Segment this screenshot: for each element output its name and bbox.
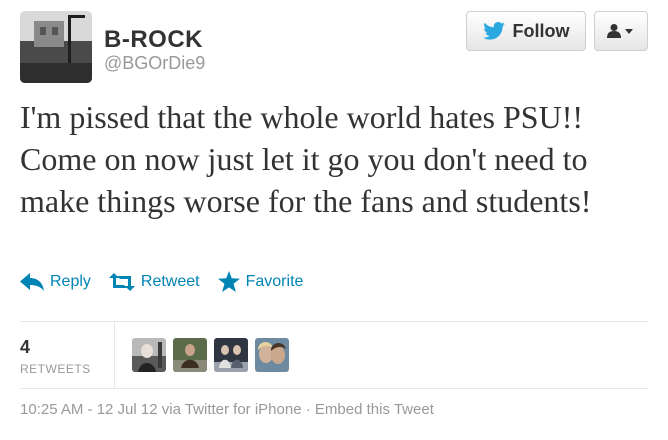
reply-button[interactable]: Reply — [20, 272, 91, 291]
favorite-label: Favorite — [245, 272, 304, 290]
follow-label: Follow — [512, 20, 570, 41]
favorite-button[interactable]: Favorite — [217, 271, 304, 292]
tweet-timestamp[interactable]: 10:25 AM - 12 Jul 12 — [20, 401, 158, 418]
user-display-name[interactable]: B-ROCK — [104, 26, 203, 54]
retweeter-avatar[interactable] — [132, 338, 166, 372]
retweeter-avatar[interactable] — [173, 338, 207, 372]
tweet-stats: 4 RETWEETS — [20, 322, 648, 388]
tweet-actions: Reply Retweet Favorite — [20, 271, 321, 292]
user-handle[interactable]: @BGOrDie9 — [104, 53, 205, 74]
user-avatar[interactable] — [20, 11, 92, 83]
star-icon — [217, 271, 240, 292]
retweet-count[interactable]: 4 — [20, 337, 30, 358]
tweet-text: I'm pissed that the whole world hates PS… — [20, 99, 592, 219]
user-dropdown-icon — [607, 24, 633, 38]
embed-tweet-link[interactable]: Embed this Tweet — [315, 401, 434, 418]
retweeter-avatar[interactable] — [255, 338, 289, 372]
retweeter-avatar[interactable] — [214, 338, 248, 372]
follow-button[interactable]: Follow — [466, 11, 586, 51]
retweet-icon — [108, 272, 135, 291]
bird-icon — [482, 22, 505, 40]
retweet-label: Retweet — [140, 272, 200, 290]
tweet-source: via Twitter for iPhone — [161, 401, 302, 418]
reply-icon — [20, 272, 44, 291]
divider-bottom — [20, 388, 648, 389]
reply-label: Reply — [50, 272, 91, 290]
retweet-button[interactable]: Retweet — [108, 272, 200, 291]
retweeter-avatars — [132, 338, 296, 372]
retweets-label[interactable]: RETWEETS — [20, 362, 91, 376]
stats-separator — [114, 322, 115, 388]
user-actions-menu-button[interactable] — [594, 11, 648, 51]
meta-separator: · — [305, 401, 311, 418]
tweet-metadata: 10:25 AM - 12 Jul 12 via Twitter for iPh… — [20, 401, 434, 418]
